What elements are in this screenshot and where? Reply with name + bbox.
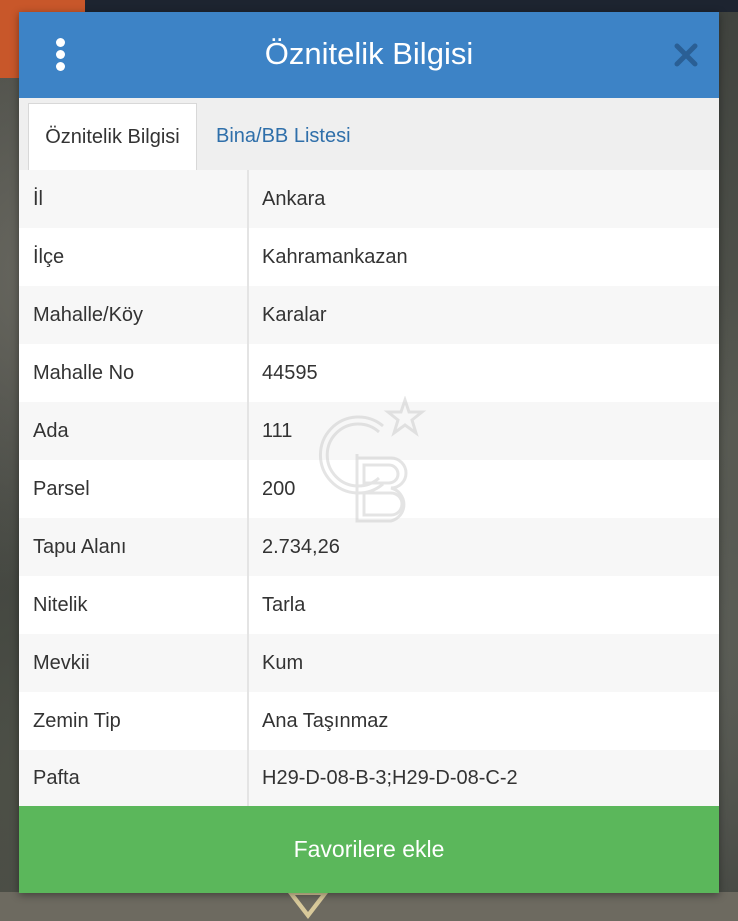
attribute-key: Mahalle No <box>33 362 135 384</box>
attribute-value: 200 <box>262 478 296 500</box>
dialog-header: Öznitelik Bilgisi <box>19 12 719 98</box>
table-row: İl Ankara <box>19 170 719 230</box>
attribute-value: 44595 <box>262 362 318 384</box>
attribute-value: Tarla <box>262 594 306 616</box>
map-marker-icon <box>288 893 328 919</box>
attribute-value: 2.734,26 <box>262 536 340 558</box>
tab-attribute-info[interactable]: Öznitelik Bilgisi <box>28 103 197 171</box>
attribute-value: H29-D-08-B-3;H29-D-08-C-2 <box>262 767 518 789</box>
attribute-key: İlçe <box>33 246 65 268</box>
attribute-key: Tapu Alanı <box>33 536 127 558</box>
attribute-key: Ada <box>33 420 69 442</box>
table-row: Zemin Tip Ana Taşınmaz <box>19 692 719 752</box>
attribute-value: 111 <box>262 420 293 442</box>
attribute-value: Kahramankazan <box>262 246 408 268</box>
attribute-dialog: Öznitelik Bilgisi Öznitelik Bilgisi Bina… <box>19 12 719 893</box>
attribute-key: Pafta <box>33 767 80 789</box>
table-row: Mahalle No 44595 <box>19 344 719 404</box>
table-row: Ada 111 <box>19 402 719 462</box>
table-row: Parsel 200 <box>19 460 719 520</box>
add-to-favorites-button[interactable]: Favorilere ekle <box>19 806 719 893</box>
dialog-title: Öznitelik Bilgisi <box>264 36 474 71</box>
attribute-value: Ankara <box>262 188 326 210</box>
attribute-key: Mahalle/Köy <box>33 304 144 326</box>
tab-bar: Öznitelik Bilgisi Bina/BB Listesi <box>19 98 719 171</box>
map-feature <box>85 0 738 12</box>
table-row: Tapu Alanı 2.734,26 <box>19 518 719 578</box>
attribute-key: Nitelik <box>33 594 88 616</box>
attribute-value: Kum <box>262 652 304 674</box>
attribute-value: Karalar <box>262 304 327 326</box>
tab-building-list[interactable]: Bina/BB Listesi <box>216 103 351 170</box>
table-row: Mevkii Kum <box>19 634 719 694</box>
map-feature <box>0 892 738 921</box>
table-row: İlçe Kahramankazan <box>19 228 719 288</box>
table-row: Nitelik Tarla <box>19 576 719 636</box>
attribute-key: Zemin Tip <box>33 710 121 732</box>
attribute-key: Parsel <box>33 478 90 500</box>
close-button[interactable] <box>669 38 703 72</box>
table-row: Pafta H29-D-08-B-3;H29-D-08-C-2 <box>19 750 719 806</box>
close-icon <box>674 43 698 67</box>
attribute-key: İl <box>33 188 43 210</box>
attribute-value: Ana Taşınmaz <box>262 710 389 732</box>
attribute-key: Mevkii <box>33 652 90 674</box>
column-divider <box>247 170 249 806</box>
table-row: Mahalle/Köy Karalar <box>19 286 719 346</box>
